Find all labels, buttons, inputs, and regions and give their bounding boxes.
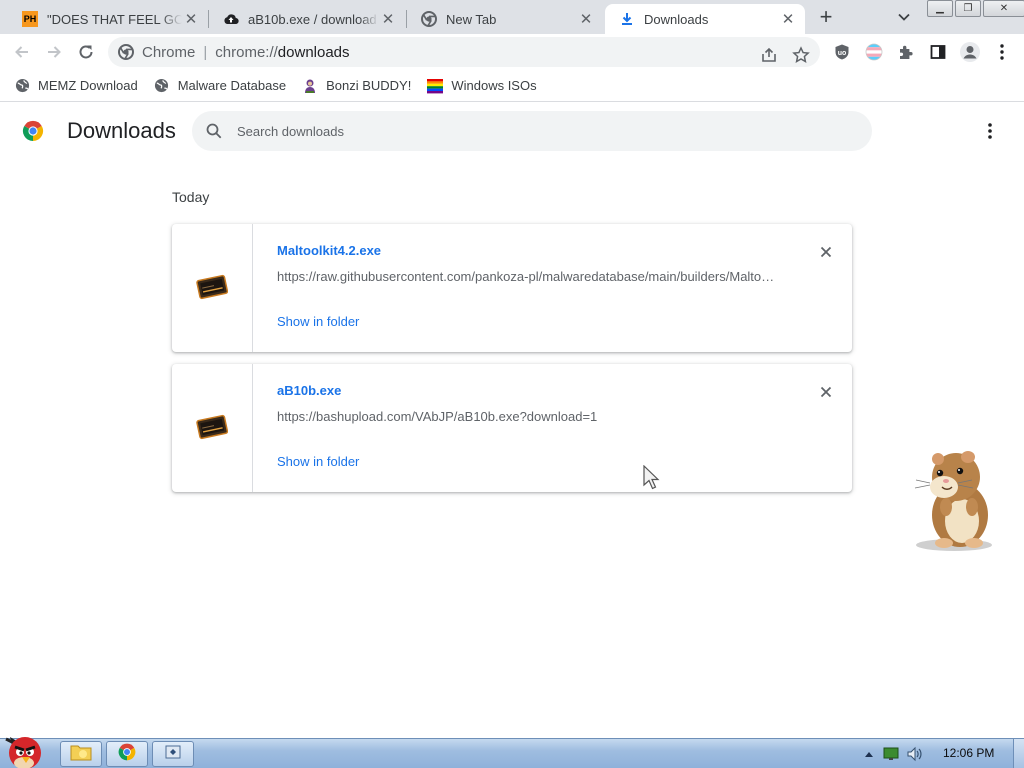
- show-in-folder-link[interactable]: Show in folder: [277, 454, 359, 469]
- forward-icon[interactable]: [42, 40, 66, 64]
- tab-strip: PH "DOES THAT FEEL GOOD" - YouTube ✕ aB1…: [0, 0, 1024, 34]
- bookmark-star-icon[interactable]: [792, 46, 810, 64]
- close-tab-icon[interactable]: ✕: [577, 10, 595, 28]
- close-tab-icon[interactable]: ✕: [779, 10, 797, 28]
- search-input[interactable]: [237, 123, 837, 139]
- more-actions-icon[interactable]: [980, 121, 1000, 141]
- show-in-folder-link[interactable]: Show in folder: [277, 314, 359, 329]
- tab-bashupload[interactable]: aB10b.exe / download ✕: [209, 4, 405, 34]
- restore-icon[interactable]: ❐: [955, 0, 981, 17]
- folder-icon: [70, 743, 92, 766]
- start-button-angry-bird-icon[interactable]: [0, 731, 50, 768]
- address-bar[interactable]: Chrome | chrome://downloads: [108, 37, 820, 67]
- bookmark-memz-download[interactable]: MEMZ Download: [14, 78, 138, 94]
- url-prefix: chrome://: [215, 43, 278, 61]
- show-desktop-button[interactable]: [1013, 739, 1024, 768]
- chrome-logo-icon: [21, 119, 45, 143]
- file-name-link[interactable]: Maltoolkit4.2.exe: [277, 243, 381, 258]
- search-icon: [204, 121, 224, 141]
- app-window-icon: [164, 743, 182, 766]
- chrome-icon: [421, 11, 437, 27]
- file-url[interactable]: https://raw.githubusercontent.com/pankoz…: [277, 269, 777, 284]
- remove-download-icon[interactable]: [816, 382, 836, 402]
- reload-icon[interactable]: [74, 40, 98, 64]
- trans-flag-extension-icon[interactable]: [864, 42, 884, 62]
- cloud-upload-icon: [223, 11, 239, 27]
- side-panel-icon[interactable]: [928, 42, 948, 62]
- windows-flag-icon: [427, 78, 444, 94]
- file-icon-column: [172, 224, 253, 352]
- download-item: Maltoolkit4.2.exe https://raw.githubuser…: [172, 224, 852, 352]
- tab-title: aB10b.exe / download: [248, 11, 377, 27]
- exe-file-icon: [196, 412, 229, 445]
- bookmark-label: Malware Database: [177, 78, 287, 93]
- omnibox-divider: |: [203, 43, 208, 61]
- extensions-puzzle-icon[interactable]: [896, 42, 916, 62]
- page-title: Downloads: [67, 118, 176, 143]
- volume-icon[interactable]: [906, 745, 924, 763]
- tab-title: "DOES THAT FEEL GOOD" - YouTube: [47, 11, 182, 27]
- file-icon-column: [172, 364, 253, 492]
- download-item: aB10b.exe https://bashupload.com/VAbJP/a…: [172, 364, 852, 492]
- bookmark-label: MEMZ Download: [38, 78, 138, 93]
- tab-youtube[interactable]: PH "DOES THAT FEEL GOOD" - YouTube ✕: [8, 4, 208, 34]
- bookmark-bonzi-buddy[interactable]: Bonzi BUDDY!: [302, 78, 411, 94]
- window-controls: ▁ ❐ ✕: [927, 0, 1024, 17]
- tab-title: New Tab: [446, 11, 497, 27]
- taskbar-app-button[interactable]: [152, 741, 194, 767]
- profile-avatar[interactable]: [958, 40, 982, 64]
- bookmark-windows-isos[interactable]: Windows ISOs: [427, 78, 537, 94]
- bonzi-icon: [302, 78, 318, 94]
- bookmark-label: Bonzi BUDDY!: [326, 78, 412, 93]
- remove-download-icon[interactable]: [816, 242, 836, 262]
- tab-title: Downloads: [644, 11, 709, 27]
- toolbar: Chrome | chrome://downloads uo: [0, 34, 1024, 70]
- taskbar-clock[interactable]: 12:06 PM: [943, 746, 994, 760]
- file-name-link[interactable]: aB10b.exe: [277, 383, 341, 398]
- network-icon[interactable]: [882, 745, 900, 763]
- svg-text:uo: uo: [838, 50, 847, 57]
- download-icon: [619, 11, 635, 27]
- tab-new-tab[interactable]: New Tab ✕: [407, 4, 603, 34]
- share-icon[interactable]: [760, 46, 778, 64]
- minimize-icon[interactable]: ▁: [927, 0, 953, 17]
- exe-file-icon: [196, 272, 229, 305]
- bookmark-malware-database[interactable]: Malware Database: [154, 78, 286, 94]
- globe-icon: [154, 78, 170, 94]
- mouse-cursor-icon: [642, 464, 660, 491]
- taskbar: 12:06 PM: [0, 737, 1024, 768]
- tab-search-icon[interactable]: [893, 6, 915, 28]
- taskbar-chrome-button[interactable]: [106, 741, 148, 767]
- search-downloads-box[interactable]: [192, 111, 872, 151]
- new-tab-button[interactable]: +: [812, 4, 840, 29]
- url-path: downloads: [277, 43, 350, 61]
- downloads-page: Downloads Today Maltoolkit4.2.exe https:…: [0, 103, 1024, 738]
- file-url[interactable]: https://bashupload.com/VAbJP/aB10b.exe?d…: [277, 409, 777, 424]
- date-header: Today: [172, 189, 210, 205]
- chrome-icon: [117, 742, 137, 767]
- globe-icon: [14, 78, 30, 94]
- tab-downloads[interactable]: Downloads ✕: [605, 4, 805, 34]
- close-tab-icon[interactable]: ✕: [182, 10, 200, 28]
- chrome-menu-icon[interactable]: [992, 42, 1012, 62]
- close-tab-icon[interactable]: ✕: [379, 10, 397, 28]
- bookmarks-bar: MEMZ Download Malware Database Bonzi BUD…: [0, 70, 1024, 102]
- taskbar-explorer-button[interactable]: [60, 741, 102, 767]
- ublock-icon[interactable]: uo: [832, 42, 852, 62]
- site-name: Chrome: [142, 43, 196, 61]
- ph-icon: PH: [22, 11, 38, 27]
- window-close-icon[interactable]: ✕: [983, 0, 1024, 17]
- show-hidden-icons-icon[interactable]: [860, 745, 878, 763]
- back-icon[interactable]: [10, 40, 34, 64]
- hamster-desktop-pet[interactable]: [908, 447, 1000, 553]
- bookmark-label: Windows ISOs: [451, 78, 537, 93]
- chrome-icon: [118, 44, 134, 60]
